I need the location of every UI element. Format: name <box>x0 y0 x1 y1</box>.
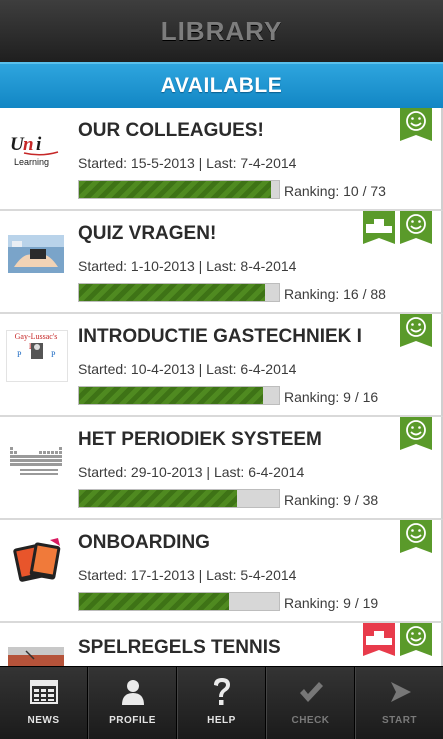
svg-text:n: n <box>23 134 34 155</box>
course-dates: Started: 10-4-2013 | Last: 6-4-2014 <box>78 361 297 377</box>
nav-news-button[interactable]: NEWS <box>0 667 88 739</box>
progress-fill <box>79 490 237 507</box>
nav-check-label: CHECK <box>291 715 330 726</box>
course-list[interactable]: U n i Learning OUR COLLEAGUES! Started: … <box>0 108 443 666</box>
svg-text:i: i <box>36 134 42 155</box>
help-icon <box>207 677 237 707</box>
course-row[interactable]: QUIZ VRAGEN! Started: 1-10-2013 | Last: … <box>0 211 443 314</box>
nav-profile-button[interactable]: PROFILE <box>88 667 177 739</box>
course-thumbnail: Gay-Lussac's Law P P <box>6 330 68 382</box>
course-row[interactable]: Gay-Lussac's Law P P INTRODUCTIE GASTECH… <box>0 314 443 417</box>
check-icon <box>296 677 326 707</box>
course-thumbnail: U n i Learning <box>6 124 66 174</box>
course-title: QUIZ VRAGEN! <box>78 223 217 244</box>
tab-available[interactable]: AVAILABLE <box>0 62 443 108</box>
news-icon <box>29 677 59 707</box>
podium-badge-icon <box>363 623 395 656</box>
smiley-badge-icon <box>400 417 432 450</box>
progress-bar <box>78 386 280 405</box>
course-thumbnail <box>6 536 66 586</box>
course-row[interactable]: SPELREGELS TENNIS <box>0 623 443 666</box>
nav-profile-label: PROFILE <box>109 715 156 726</box>
progress-fill <box>79 387 263 404</box>
course-row[interactable]: U n i Learning OUR COLLEAGUES! Started: … <box>0 108 443 211</box>
course-title: SPELREGELS TENNIS <box>78 637 281 658</box>
start-icon <box>385 677 415 707</box>
bottom-navigation: NEWS PROFILE HELP CHECK START <box>0 666 443 739</box>
svg-text:P: P <box>51 350 56 359</box>
progress-fill <box>79 593 229 610</box>
progress-fill <box>79 284 265 301</box>
svg-text:P: P <box>17 350 22 359</box>
course-dates: Started: 17-1-2013 | Last: 5-4-2014 <box>78 567 297 583</box>
smiley-badge-icon <box>400 520 432 553</box>
course-title: OUR COLLEAGUES! <box>78 120 264 141</box>
course-ranking: Ranking: 9 / 19 <box>284 595 379 611</box>
smiley-badge-icon <box>400 623 432 656</box>
nav-start-button[interactable]: START <box>355 667 443 739</box>
course-dates: Started: 15-5-2013 | Last: 7-4-2014 <box>78 155 297 171</box>
podium-badge-icon <box>363 211 395 244</box>
nav-help-button[interactable]: HELP <box>177 667 266 739</box>
page-title: LIBRARY <box>160 15 283 46</box>
smiley-badge-icon <box>400 314 432 347</box>
course-row[interactable]: HET PERIODIEK SYSTEEM Started: 29-10-201… <box>0 417 443 520</box>
smiley-badge-icon <box>400 108 432 141</box>
course-ranking: Ranking: 10 / 73 <box>284 183 386 199</box>
course-ranking: Ranking: 9 / 16 <box>284 389 379 405</box>
progress-fill <box>79 181 271 198</box>
course-thumbnail <box>6 227 66 277</box>
course-row[interactable]: ONBOARDING Started: 17-1-2013 | Last: 5-… <box>0 520 443 623</box>
course-title: INTRODUCTIE GASTECHNIEK I <box>78 326 362 347</box>
course-title: ONBOARDING <box>78 532 210 553</box>
profile-icon <box>118 677 148 707</box>
course-ranking: Ranking: 16 / 88 <box>284 286 386 302</box>
nav-help-label: HELP <box>207 715 236 726</box>
nav-start-label: START <box>381 715 418 726</box>
progress-bar <box>78 489 280 508</box>
nav-check-button[interactable]: CHECK <box>266 667 355 739</box>
course-dates: Started: 29-10-2013 | Last: 6-4-2014 <box>78 464 305 480</box>
course-thumbnail <box>6 433 66 483</box>
thumbnail-caption: Learning <box>14 157 50 167</box>
progress-bar <box>78 592 280 611</box>
smiley-badge-icon <box>400 211 432 244</box>
course-title: HET PERIODIEK SYSTEEM <box>78 429 322 450</box>
nav-news-label: NEWS <box>27 715 60 726</box>
app-header: LIBRARY <box>0 0 443 62</box>
course-dates: Started: 1-10-2013 | Last: 8-4-2014 <box>78 258 297 274</box>
progress-bar <box>78 283 280 302</box>
course-thumbnail <box>6 647 66 666</box>
progress-bar <box>78 180 280 199</box>
course-ranking: Ranking: 9 / 38 <box>284 492 379 508</box>
tab-available-label: AVAILABLE <box>160 74 283 97</box>
